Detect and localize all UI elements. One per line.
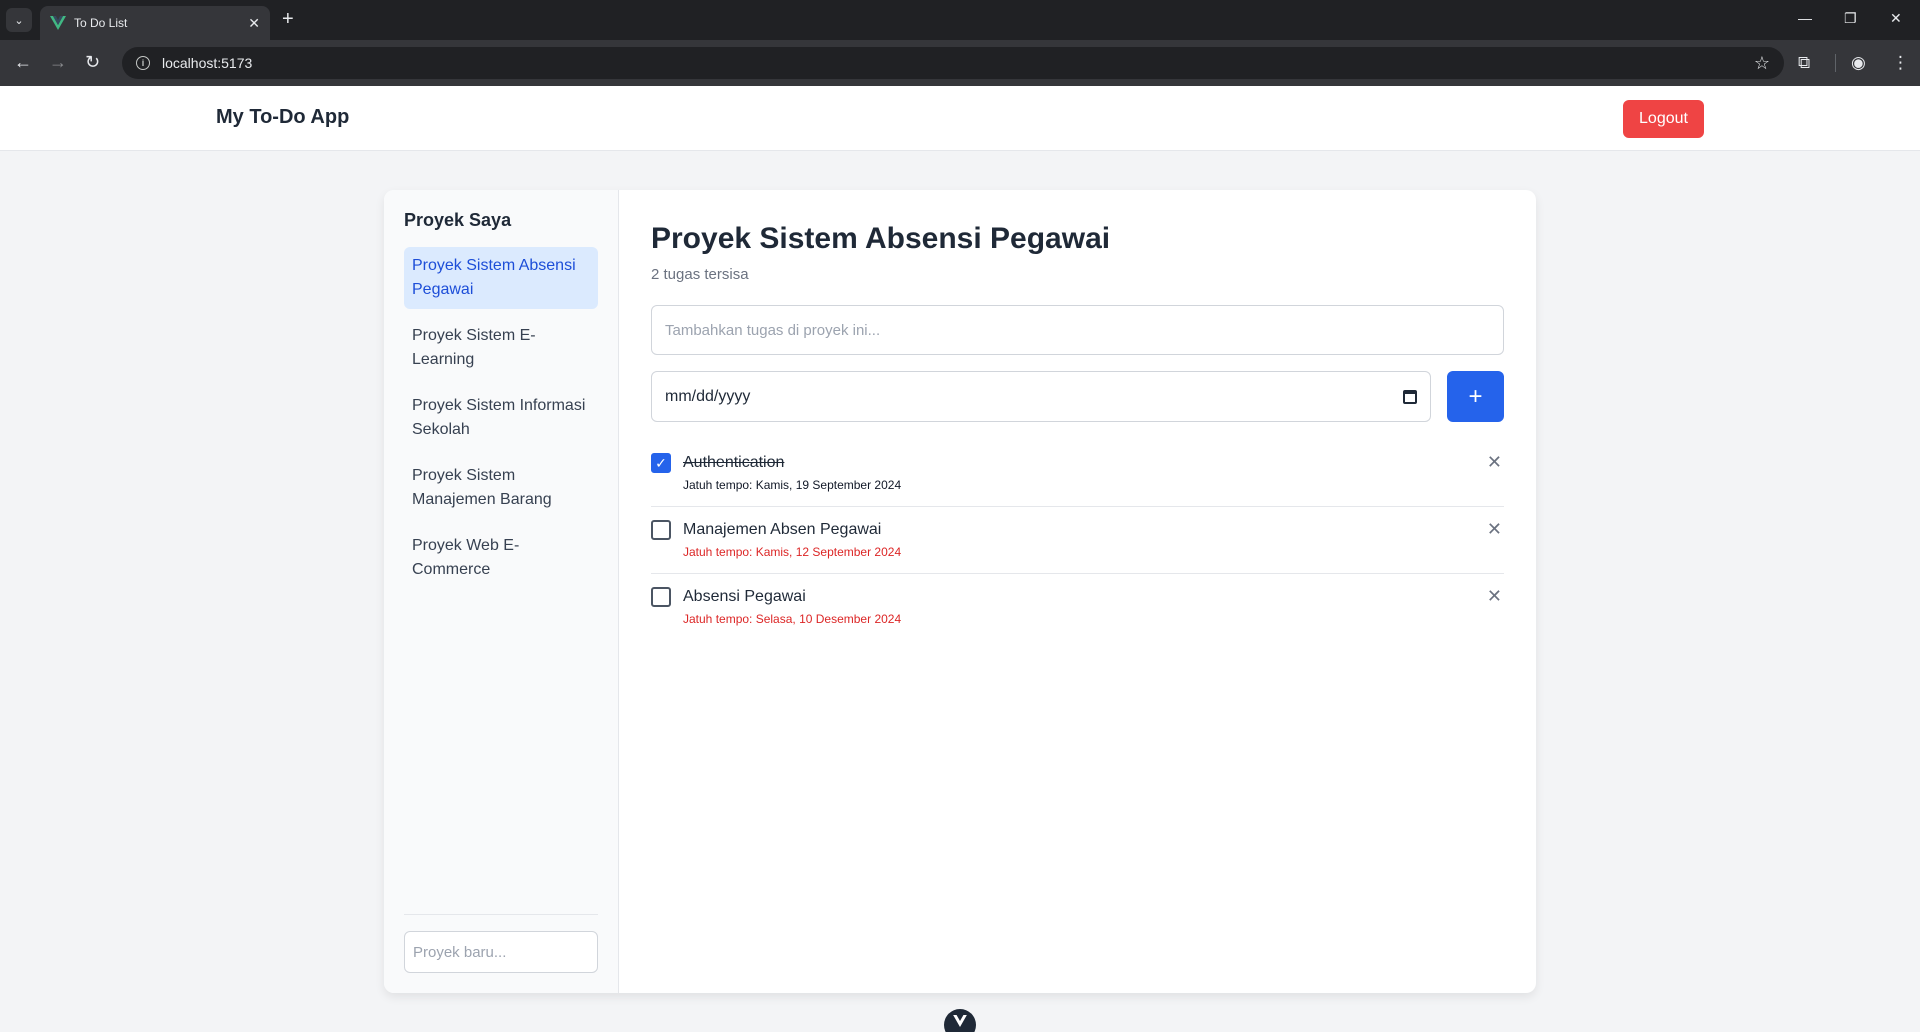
project-sidebar: Proyek Saya Proyek Sistem Absensi Pegawa…	[384, 190, 619, 993]
project-list: Proyek Sistem Absensi Pegawai Proyek Sis…	[404, 247, 598, 589]
bookmark-star-icon[interactable]: ☆	[1754, 53, 1770, 74]
tab-title: To Do List	[74, 16, 128, 30]
delete-task-close-icon[interactable]: ✕	[1487, 452, 1502, 473]
sidebar-item-web-e-commerce[interactable]: Proyek Web E-Commerce	[404, 527, 598, 589]
reload-icon[interactable]: ↻	[85, 52, 100, 72]
sidebar-item-manajemen-barang[interactable]: Proyek Sistem Manajemen Barang	[404, 457, 598, 519]
task-item: Manajemen Absen Pegawai Jatuh tempo: Kam…	[651, 507, 1504, 574]
minimize-icon[interactable]: —	[1798, 10, 1812, 26]
browser-toolbar: ← → ↻ i localhost:5173 ☆ ⧉ ◉ ⋮	[0, 40, 1920, 86]
new-project-input[interactable]	[404, 931, 598, 973]
app-header: My To-Do App Logout	[0, 86, 1920, 151]
task-due-date: Jatuh tempo: Selasa, 10 Desember 2024	[683, 612, 902, 626]
task-checkbox[interactable]: ✓	[651, 453, 671, 473]
task-checkbox[interactable]	[651, 520, 671, 540]
remaining-task-count: 2 tugas tersisa	[651, 266, 749, 283]
restore-icon[interactable]: ❐	[1844, 10, 1857, 27]
task-list: ✓ Authentication Jatuh tempo: Kamis, 19 …	[651, 440, 1504, 640]
window-close-icon[interactable]: ✕	[1890, 10, 1902, 27]
tab-close-icon[interactable]: ✕	[248, 15, 260, 32]
logout-button[interactable]: Logout	[1623, 100, 1704, 138]
sidebar-item-e-learning[interactable]: Proyek Sistem E-Learning	[404, 317, 598, 379]
profile-icon[interactable]: ◉	[1851, 53, 1866, 73]
browser-tabbar: ⌄ To Do List ✕ + — ❐ ✕	[0, 0, 1920, 40]
vue-logo-icon	[953, 1015, 967, 1027]
back-icon[interactable]: ←	[14, 52, 32, 72]
extensions-icon[interactable]: ⧉	[1798, 53, 1810, 73]
task-due-date: Jatuh tempo: Kamis, 19 September 2024	[683, 478, 902, 492]
browser-tab[interactable]: To Do List ✕	[40, 6, 270, 40]
task-name: Absensi Pegawai	[683, 588, 806, 605]
sidebar-footer	[404, 914, 598, 973]
task-name: Authentication	[683, 454, 785, 471]
task-checkbox[interactable]	[651, 587, 671, 607]
task-name: Manajemen Absen Pegawai	[683, 521, 882, 538]
sidebar-item-informasi-sekolah[interactable]: Proyek Sistem Informasi Sekolah	[404, 387, 598, 449]
add-task-button[interactable]: +	[1447, 371, 1504, 422]
vue-devtools-toggle[interactable]	[944, 1009, 976, 1032]
delete-task-close-icon[interactable]: ✕	[1487, 586, 1502, 607]
toolbar-divider	[1835, 54, 1836, 72]
task-body: Authentication Jatuh tempo: Kamis, 19 Se…	[683, 452, 1504, 492]
calendar-icon[interactable]	[1403, 389, 1417, 404]
due-date-input[interactable]: mm/dd/yyyy	[651, 371, 1431, 422]
sidebar-item-absensi-pegawai[interactable]: Proyek Sistem Absensi Pegawai	[404, 247, 598, 309]
project-title: Proyek Sistem Absensi Pegawai	[651, 222, 1111, 255]
check-icon: ✓	[655, 454, 667, 471]
url-text: localhost:5173	[162, 55, 253, 71]
task-body: Absensi Pegawai Jatuh tempo: Selasa, 10 …	[683, 586, 1504, 626]
tab-search-button[interactable]: ⌄	[6, 8, 32, 32]
sidebar-title: Proyek Saya	[404, 210, 512, 230]
due-date-row: mm/dd/yyyy +	[651, 371, 1504, 422]
task-body: Manajemen Absen Pegawai Jatuh tempo: Kam…	[683, 519, 1504, 559]
forward-icon[interactable]: →	[49, 52, 67, 72]
app-title: My To-Do App	[216, 106, 350, 128]
task-due-date: Jatuh tempo: Kamis, 12 September 2024	[683, 545, 902, 559]
new-task-input[interactable]	[651, 305, 1504, 355]
date-placeholder: mm/dd/yyyy	[665, 387, 751, 405]
site-info-icon[interactable]: i	[136, 56, 150, 70]
project-card: Proyek Saya Proyek Sistem Absensi Pegawa…	[384, 190, 1536, 993]
task-item: Absensi Pegawai Jatuh tempo: Selasa, 10 …	[651, 574, 1504, 640]
task-item: ✓ Authentication Jatuh tempo: Kamis, 19 …	[651, 440, 1504, 507]
browser-menu-icon[interactable]: ⋮	[1892, 53, 1909, 73]
address-bar[interactable]: i localhost:5173 ☆	[122, 47, 1784, 79]
new-tab-icon[interactable]: +	[282, 9, 294, 29]
vue-favicon-icon	[50, 15, 66, 31]
project-main: Proyek Sistem Absensi Pegawai 2 tugas te…	[619, 190, 1536, 993]
delete-task-close-icon[interactable]: ✕	[1487, 519, 1502, 540]
